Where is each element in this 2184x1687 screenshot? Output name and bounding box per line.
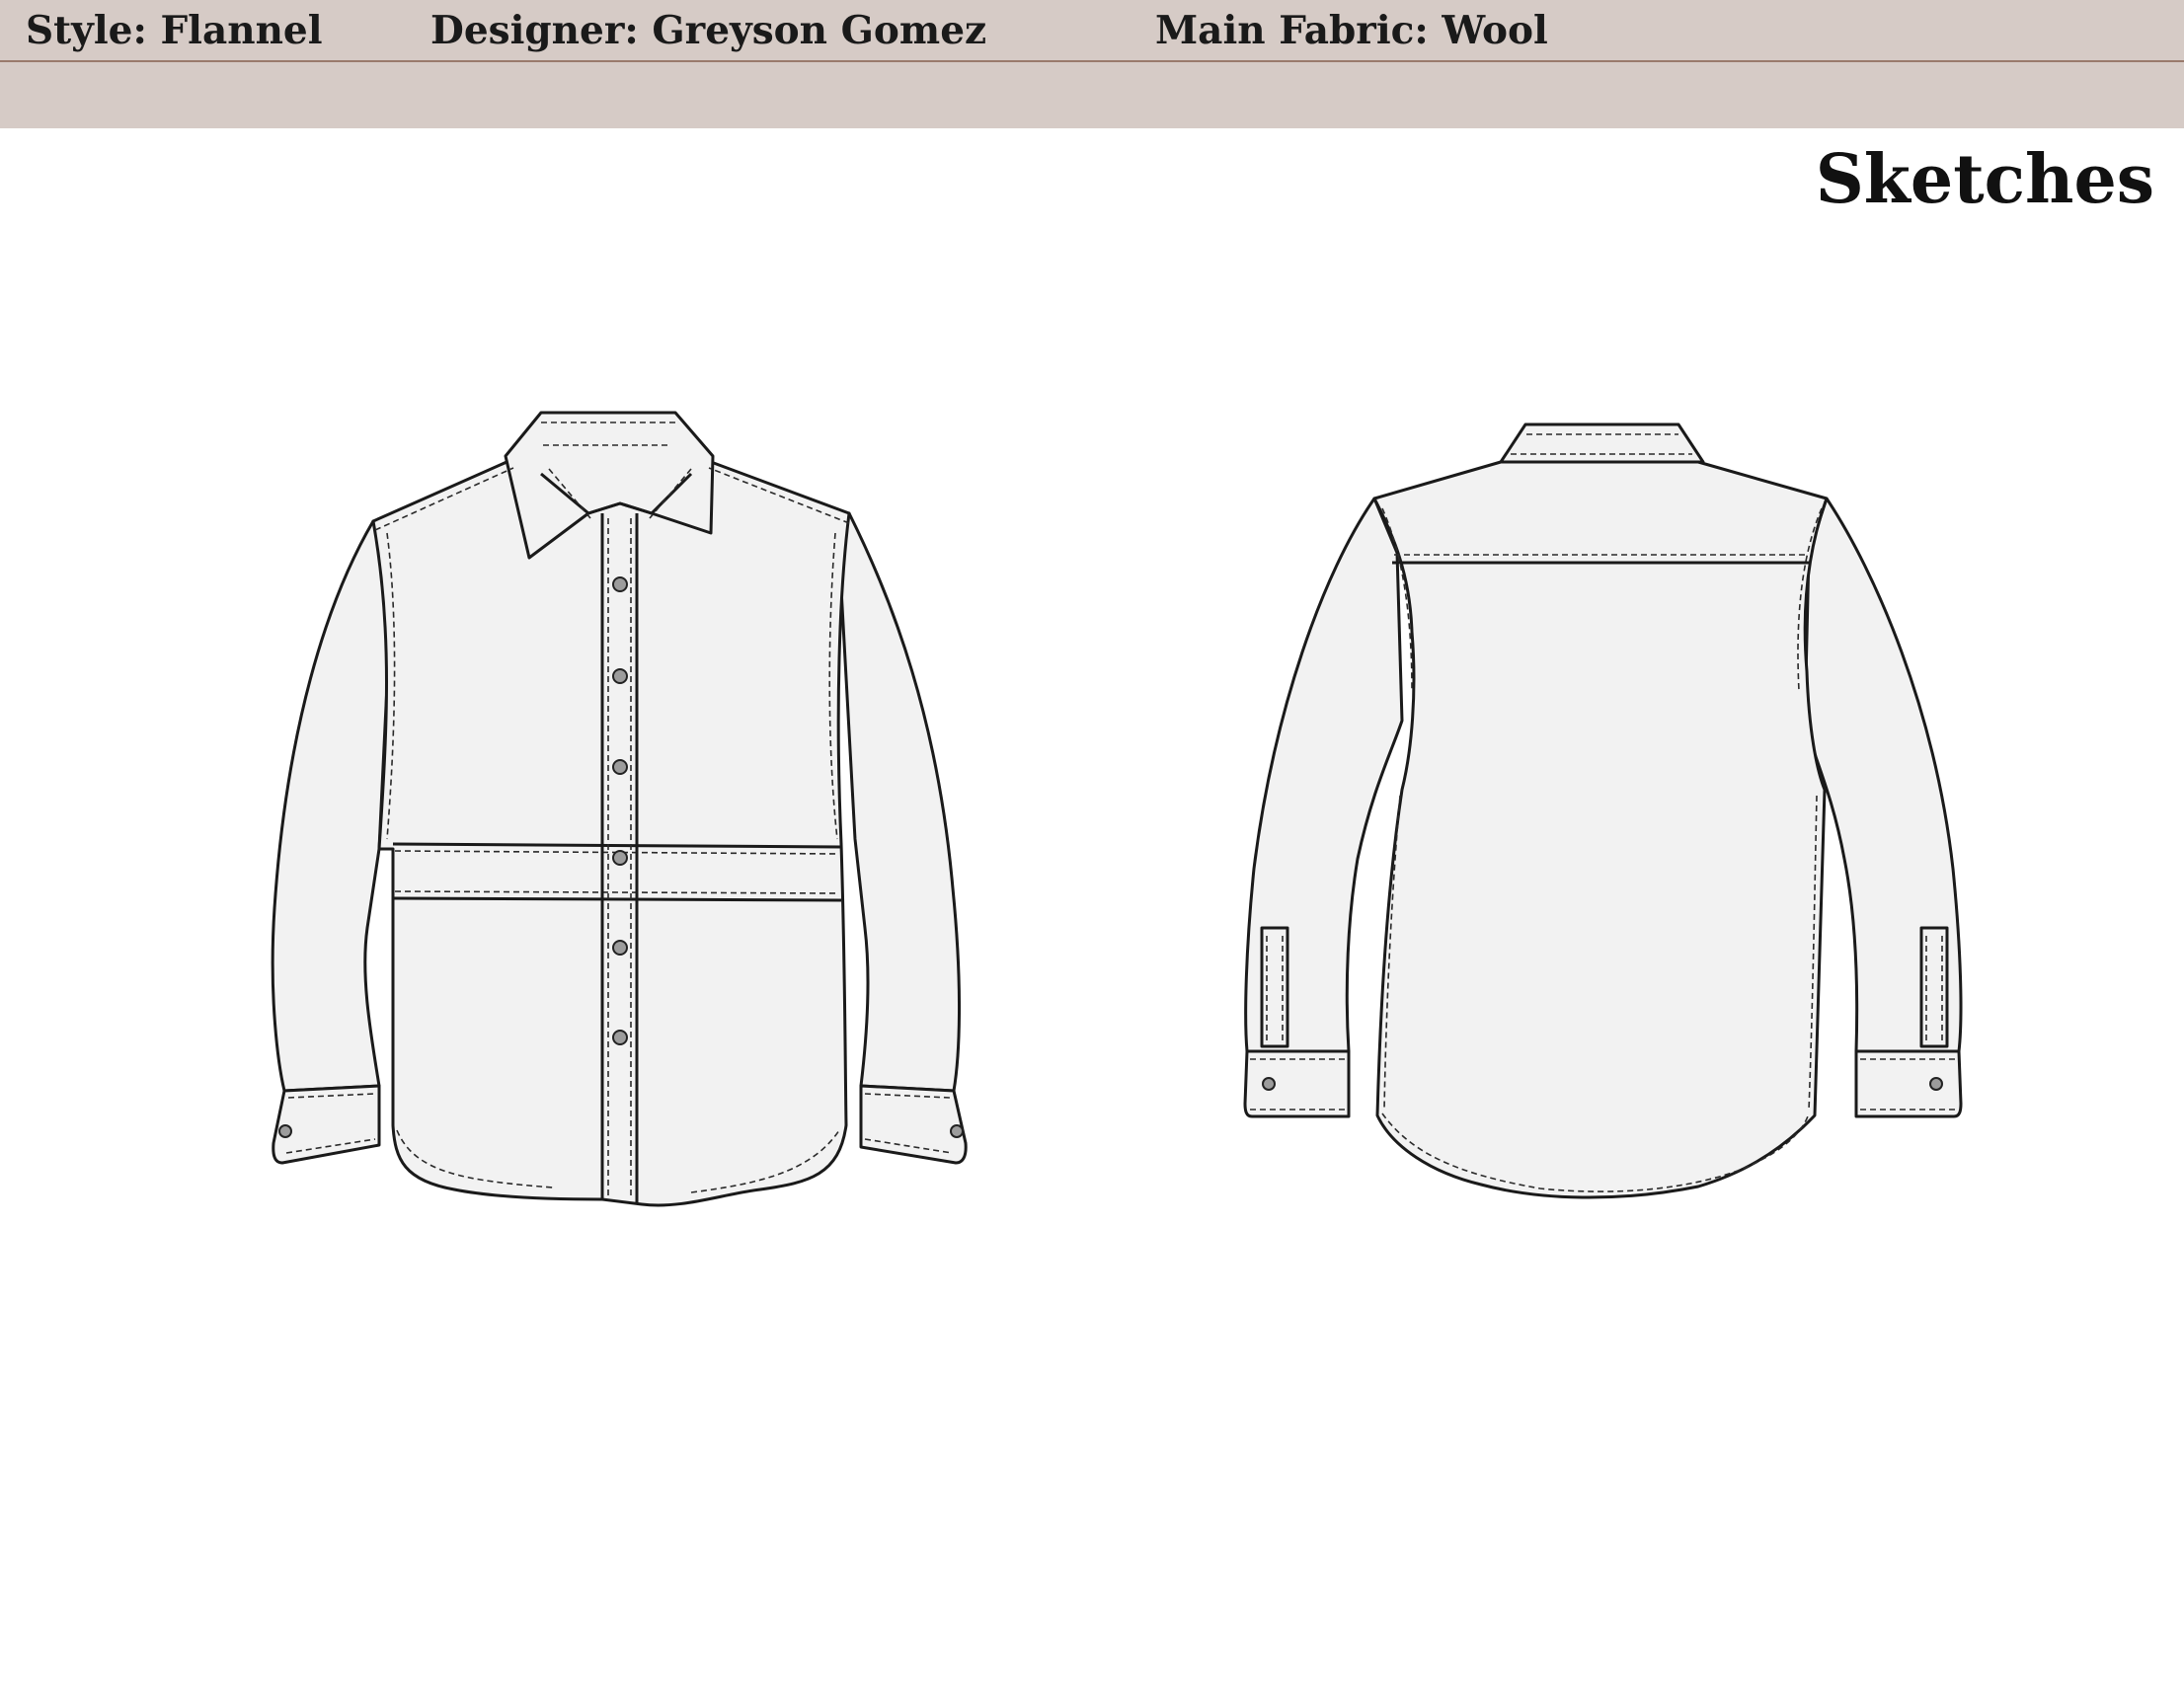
page-title: Sketches xyxy=(1815,140,2154,219)
back-body xyxy=(1372,460,1829,1199)
style-label: Style xyxy=(26,8,160,53)
front-right-cuff xyxy=(859,1084,968,1165)
back-right-sleeve xyxy=(1803,497,1963,1053)
front-body xyxy=(371,457,851,1207)
front-button-1 xyxy=(612,576,628,592)
front-button-2 xyxy=(612,668,628,684)
front-button-3 xyxy=(612,759,628,775)
back-left-cuff xyxy=(1243,1049,1351,1118)
back-left-cuff-button xyxy=(1262,1077,1276,1091)
main-fabric-value: Wool xyxy=(1442,8,1548,53)
designer-field: DesignerGreyson Gomez xyxy=(430,6,986,55)
back-collar xyxy=(1499,422,1705,464)
front-right-cuff-button xyxy=(950,1124,964,1138)
front-button-5 xyxy=(612,940,628,956)
front-button-4 xyxy=(612,850,628,866)
back-right-cuff xyxy=(1854,1049,1963,1118)
designer-value: Greyson Gomez xyxy=(652,8,987,53)
back-left-sleeve xyxy=(1244,497,1404,1053)
designer-label: Designer xyxy=(430,8,652,53)
front-left-sleeve xyxy=(271,519,395,1093)
front-right-sleeve xyxy=(837,511,962,1093)
main-fabric-field: Main FabricWool xyxy=(1155,6,1548,55)
back-view-sketch xyxy=(1243,422,1963,1199)
main-fabric-label: Main Fabric xyxy=(1155,8,1442,53)
front-view-sketch xyxy=(271,411,968,1207)
style-value: Flannel xyxy=(160,8,323,53)
back-right-cuff-button xyxy=(1929,1077,1943,1091)
header-band xyxy=(0,0,2184,128)
front-left-cuff-button xyxy=(278,1124,292,1138)
header-divider xyxy=(0,60,2184,62)
front-button-6 xyxy=(612,1030,628,1045)
style-field: StyleFlannel xyxy=(26,6,323,55)
